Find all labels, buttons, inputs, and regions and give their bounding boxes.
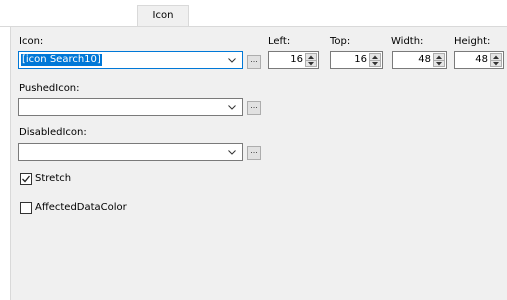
pushed-icon-combobox[interactable] bbox=[18, 98, 243, 116]
stretch-checkbox[interactable] bbox=[20, 173, 32, 185]
spin-down-icon[interactable] bbox=[434, 60, 444, 67]
icon-label: Icon: bbox=[19, 36, 44, 47]
tab-icon[interactable]: Icon bbox=[137, 5, 189, 27]
left-spinner[interactable]: 16 bbox=[268, 51, 319, 69]
chevron-down-icon[interactable] bbox=[228, 103, 236, 111]
spin-down-icon[interactable] bbox=[306, 60, 316, 67]
width-value: 48 bbox=[418, 54, 431, 65]
pushed-icon-label: PushedIcon: bbox=[19, 83, 80, 94]
left-label: Left: bbox=[268, 36, 291, 47]
pushed-icon-browse-button[interactable]: ... bbox=[247, 101, 261, 115]
tab-strip: Icon bbox=[0, 0, 507, 27]
disabled-icon-browse-button[interactable]: ... bbox=[247, 146, 261, 160]
spin-down-icon[interactable] bbox=[491, 60, 501, 67]
width-spinner[interactable]: 48 bbox=[392, 51, 447, 69]
icon-combobox[interactable]: [icon Search10] bbox=[18, 51, 243, 69]
height-value: 48 bbox=[475, 54, 488, 65]
checkmark-icon bbox=[22, 175, 31, 183]
affected-data-color-label[interactable]: AffectedDataColor bbox=[35, 202, 127, 214]
icon-browse-button[interactable]: ... bbox=[247, 55, 261, 69]
stretch-label[interactable]: Stretch bbox=[35, 173, 71, 185]
width-label: Width: bbox=[391, 36, 424, 47]
left-value: 16 bbox=[290, 54, 303, 65]
chevron-down-icon[interactable] bbox=[228, 56, 236, 64]
affected-data-color-checkbox[interactable] bbox=[20, 202, 32, 214]
top-spinner[interactable]: 16 bbox=[330, 51, 383, 69]
disabled-icon-label: DisabledIcon: bbox=[19, 127, 87, 138]
height-label: Height: bbox=[454, 36, 491, 47]
height-spinner[interactable]: 48 bbox=[454, 51, 504, 69]
disabled-icon-combobox[interactable] bbox=[18, 143, 243, 161]
icon-combobox-value: [icon Search10] bbox=[21, 54, 102, 66]
spin-down-icon[interactable] bbox=[370, 60, 380, 67]
top-label: Top: bbox=[330, 36, 351, 47]
icon-properties-panel: Icon: [icon Search10] ... PushedIcon: ..… bbox=[10, 27, 507, 300]
top-value: 16 bbox=[354, 54, 367, 65]
chevron-down-icon[interactable] bbox=[228, 148, 236, 156]
